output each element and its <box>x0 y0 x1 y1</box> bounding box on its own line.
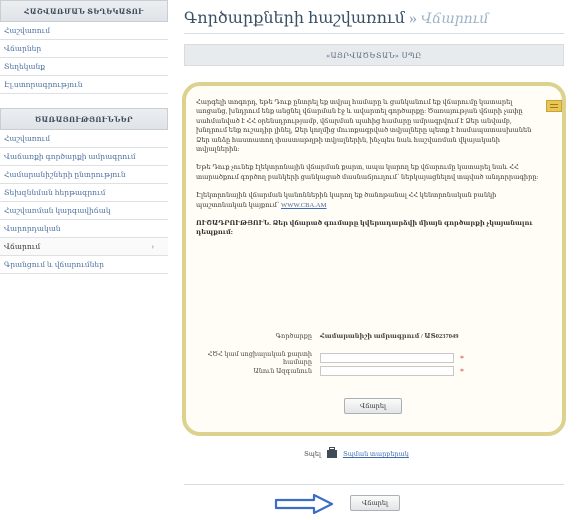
sidebar-item[interactable]: Տեղեկանք <box>0 58 168 76</box>
info-text: Էլեկտրոնային վճարման կանոններին կարող եք… <box>196 192 497 209</box>
cba-link[interactable]: WWW.CBA.AM <box>281 202 327 209</box>
sidebar-list-2: Հաշվառում Վաճառքի գործարքի ամրագրում Համ… <box>0 130 168 274</box>
name-field[interactable] <box>320 366 454 376</box>
breadcrumb-separator: » <box>408 10 417 27</box>
sidebar-list-1: Հաշվառում Վճարներ Տեղեկանք Էլ.ստորագրութ… <box>0 22 168 94</box>
chevron-right-icon: › <box>151 242 154 251</box>
sidebar-item-active[interactable]: Վճարում › <box>0 238 168 256</box>
info-paragraph: Էլեկտրոնային վճարման կանոններին կարող եք… <box>196 191 542 210</box>
pay-button[interactable]: Վճարել <box>344 398 402 414</box>
arrow-right-icon <box>274 494 334 514</box>
name-field-row: Անուն Ազգանուն * <box>190 366 464 376</box>
sidebar: ՀԱՇՎԱՌՄԱՆ ՏԵՂԵԿԱՏՈՒ Հաշվառում Վճարներ Տե… <box>0 0 168 298</box>
id-field-label: ՀԾՀ կամ սոցիալական քարտի համարը <box>207 351 312 366</box>
sidebar-item[interactable]: Վճարներ <box>0 40 168 58</box>
sidebar-item[interactable]: Հաշվառում <box>0 130 168 148</box>
company-banner: «ԱՅՐՎԱԾԵՏԱՆ» ՍՊԸ <box>184 44 564 66</box>
pay-button-bottom[interactable]: Վճարել <box>350 495 400 511</box>
transaction-label: Գործարքը <box>275 333 312 340</box>
divider <box>184 484 564 485</box>
print-link[interactable]: Տպման տարբերակ <box>343 450 409 458</box>
id-field-row: ՀԾՀ կամ սոցիալական քարտի համարը * <box>190 350 464 366</box>
printer-icon[interactable] <box>326 447 337 458</box>
sidebar-item[interactable]: Տեխզննման հերթագրում <box>0 184 168 202</box>
sidebar-item[interactable]: Հաշվառման կարգավիճակ <box>0 202 168 220</box>
warning-text: ՈՒՇԱԴՐՈՒԹՅՈՒՆ. Ձեր վճարած գումարը կվերադ… <box>196 220 533 237</box>
sidebar-section-title: ԾԱՌԱՅՈՒԹՅՈՒՆՆԵՐ <box>0 108 168 130</box>
sidebar-item[interactable]: Գրանցում և վճարումներ <box>0 256 168 274</box>
print-label: Տպել <box>304 451 321 458</box>
info-paragraph: Եթե Դուք չունեք էլեկտրոնային վճարման քար… <box>196 164 539 181</box>
sidebar-item[interactable]: Վարորդական <box>0 220 168 238</box>
sidebar-item[interactable]: Հաշվառում <box>0 22 168 40</box>
page-subtitle: Վճարում <box>420 12 489 27</box>
sidebar-item[interactable]: Վաճառքի գործարքի ամրագրում <box>0 148 168 166</box>
required-mark: * <box>460 353 464 363</box>
info-paragraph: Հարգելի տոգորդ, եթե Դուք ընտրել եք տվյալ… <box>196 99 532 154</box>
divider <box>184 33 564 34</box>
transaction-row: Գործարքը Համարանիշի ամրագրում / ԱՏ023704… <box>190 332 459 340</box>
sidebar-item[interactable]: Համարանիշների ընտրություն <box>0 166 168 184</box>
note-icon <box>546 100 562 112</box>
name-field-label: Անուն Ազգանուն <box>253 368 312 375</box>
payment-panel: Հարգելի տոգորդ, եթե Դուք ընտրել եք տվյալ… <box>182 82 566 436</box>
page-title: Գործարքների հաշվառում» Վճարում <box>184 8 489 28</box>
sidebar-item-label: Վճարում <box>4 242 41 251</box>
sidebar-item[interactable]: Էլ.ստորագրություն <box>0 76 168 94</box>
panel-content: Հարգելի տոգորդ, եթե Դուք ընտրել եք տվյալ… <box>196 98 562 247</box>
transaction-value: Համարանիշի ամրագրում / ԱՏ0237049 <box>320 333 459 340</box>
id-field[interactable] <box>320 353 454 363</box>
required-mark: * <box>460 366 464 376</box>
print-row: Տպել Տպման տարբերակ <box>304 447 409 458</box>
sidebar-section-title: ՀԱՇՎԱՌՄԱՆ ՏԵՂԵԿԱՏՈՒ <box>0 0 168 22</box>
page-title-text: Գործարքների հաշվառում <box>184 10 405 27</box>
